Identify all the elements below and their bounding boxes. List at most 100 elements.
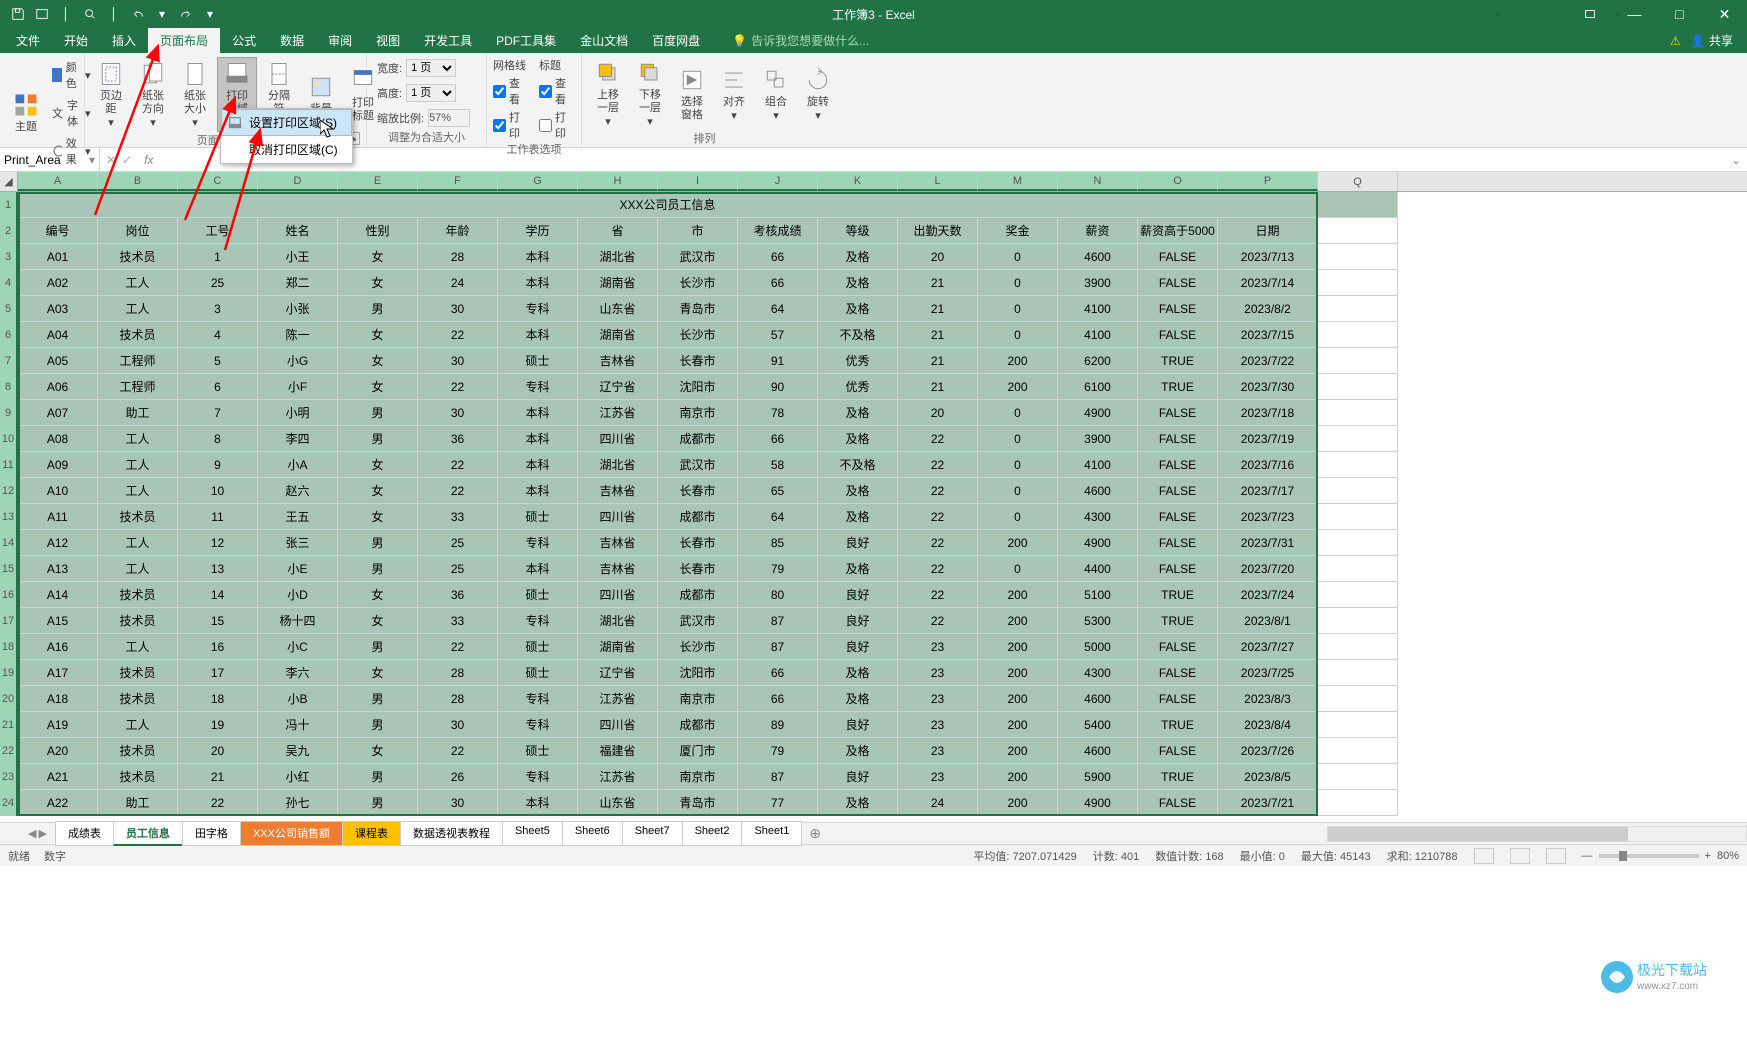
- cell[interactable]: 18: [178, 686, 258, 712]
- cell[interactable]: 本科: [498, 478, 578, 504]
- cell[interactable]: 良好: [818, 634, 898, 660]
- cell[interactable]: 工人: [98, 270, 178, 296]
- cell[interactable]: 及格: [818, 790, 898, 816]
- cell[interactable]: 2023/7/14: [1218, 270, 1318, 296]
- column-header[interactable]: J: [738, 172, 818, 191]
- print-preview-icon[interactable]: [80, 4, 100, 24]
- cell[interactable]: 5300: [1058, 608, 1138, 634]
- cell[interactable]: 工人: [98, 556, 178, 582]
- cell[interactable]: 四川省: [578, 582, 658, 608]
- cell[interactable]: 李四: [258, 426, 338, 452]
- cell[interactable]: FALSE: [1138, 790, 1218, 816]
- column-header[interactable]: H: [578, 172, 658, 191]
- cell[interactable]: 22: [418, 478, 498, 504]
- cell[interactable]: 杨十四: [258, 608, 338, 634]
- cell[interactable]: A03: [18, 296, 98, 322]
- row-header[interactable]: 23: [0, 764, 18, 790]
- cell[interactable]: [1318, 790, 1398, 816]
- cell[interactable]: 吉林省: [578, 348, 658, 374]
- cell[interactable]: 专科: [498, 374, 578, 400]
- column-header[interactable]: K: [818, 172, 898, 191]
- cell[interactable]: 22: [898, 556, 978, 582]
- cell[interactable]: 9: [178, 452, 258, 478]
- cell[interactable]: [1318, 530, 1398, 556]
- column-header[interactable]: F: [418, 172, 498, 191]
- row-header[interactable]: 22: [0, 738, 18, 764]
- cell[interactable]: 64: [738, 504, 818, 530]
- cell[interactable]: 28: [418, 244, 498, 270]
- cell[interactable]: 6200: [1058, 348, 1138, 374]
- cell[interactable]: 14: [178, 582, 258, 608]
- menu-tab-公式[interactable]: 公式: [220, 28, 268, 53]
- cell[interactable]: 良好: [818, 712, 898, 738]
- column-header[interactable]: P: [1218, 172, 1318, 191]
- cell[interactable]: A11: [18, 504, 98, 530]
- cell[interactable]: 2023/8/1: [1218, 608, 1318, 634]
- cell[interactable]: 湖南省: [578, 270, 658, 296]
- cell[interactable]: 男: [338, 296, 418, 322]
- cell[interactable]: 男: [338, 712, 418, 738]
- cell[interactable]: 90: [738, 374, 818, 400]
- zoom-out-button[interactable]: —: [1582, 850, 1593, 862]
- menu-tab-数据[interactable]: 数据: [268, 28, 316, 53]
- tell-me[interactable]: 💡 告诉我您想要做什么...: [732, 32, 869, 49]
- cell[interactable]: 技术员: [98, 608, 178, 634]
- cell[interactable]: 工人: [98, 452, 178, 478]
- cell[interactable]: 79: [738, 556, 818, 582]
- cell[interactable]: 小王: [258, 244, 338, 270]
- cell[interactable]: 66: [738, 244, 818, 270]
- cell[interactable]: 200: [978, 608, 1058, 634]
- cell[interactable]: A21: [18, 764, 98, 790]
- cell[interactable]: 专科: [498, 530, 578, 556]
- cell[interactable]: 本科: [498, 270, 578, 296]
- cell[interactable]: 30: [418, 400, 498, 426]
- cell[interactable]: 男: [338, 556, 418, 582]
- cell[interactable]: 0: [978, 452, 1058, 478]
- cell[interactable]: 硕士: [498, 634, 578, 660]
- cell[interactable]: 李六: [258, 660, 338, 686]
- cell[interactable]: A08: [18, 426, 98, 452]
- cell[interactable]: 200: [978, 530, 1058, 556]
- menu-tab-金山文档[interactable]: 金山文档: [568, 28, 640, 53]
- cell[interactable]: 技术员: [98, 660, 178, 686]
- cell[interactable]: 4900: [1058, 530, 1138, 556]
- cell[interactable]: 3: [178, 296, 258, 322]
- cell[interactable]: 技术员: [98, 504, 178, 530]
- orientation-button[interactable]: 纸张方向▾: [133, 57, 173, 132]
- cell[interactable]: A09: [18, 452, 98, 478]
- cell[interactable]: 湖南省: [578, 634, 658, 660]
- cell[interactable]: 冯十: [258, 712, 338, 738]
- row-header[interactable]: 15: [0, 556, 18, 582]
- cell[interactable]: 武汉市: [658, 608, 738, 634]
- cell[interactable]: 小C: [258, 634, 338, 660]
- cell[interactable]: 女: [338, 452, 418, 478]
- cell[interactable]: 及格: [818, 660, 898, 686]
- sheet-tab[interactable]: Sheet6: [562, 821, 623, 846]
- cell[interactable]: 78: [738, 400, 818, 426]
- cell[interactable]: 24: [418, 270, 498, 296]
- cell[interactable]: [1318, 712, 1398, 738]
- cell[interactable]: 技术员: [98, 738, 178, 764]
- menu-tab-插入[interactable]: 插入: [100, 28, 148, 53]
- cell[interactable]: 工号: [178, 218, 258, 244]
- cell[interactable]: 山东省: [578, 296, 658, 322]
- cell[interactable]: 郑二: [258, 270, 338, 296]
- cell[interactable]: 22: [898, 608, 978, 634]
- maximize-icon[interactable]: □: [1657, 0, 1702, 28]
- sheet-tab[interactable]: 员工信息: [113, 821, 183, 846]
- cell[interactable]: 长春市: [658, 478, 738, 504]
- cell[interactable]: 2023/8/4: [1218, 712, 1318, 738]
- row-header[interactable]: 14: [0, 530, 18, 556]
- row-header[interactable]: 18: [0, 634, 18, 660]
- cell[interactable]: 4300: [1058, 504, 1138, 530]
- cell[interactable]: 0: [978, 426, 1058, 452]
- cell[interactable]: 男: [338, 530, 418, 556]
- cell[interactable]: 2023/8/5: [1218, 764, 1318, 790]
- cell[interactable]: 四川省: [578, 712, 658, 738]
- cell[interactable]: 2023/7/30: [1218, 374, 1318, 400]
- cell[interactable]: FALSE: [1138, 322, 1218, 348]
- cell[interactable]: 33: [418, 608, 498, 634]
- cell[interactable]: A14: [18, 582, 98, 608]
- send-backward-button[interactable]: 下移一层▾: [630, 57, 670, 130]
- cell[interactable]: A15: [18, 608, 98, 634]
